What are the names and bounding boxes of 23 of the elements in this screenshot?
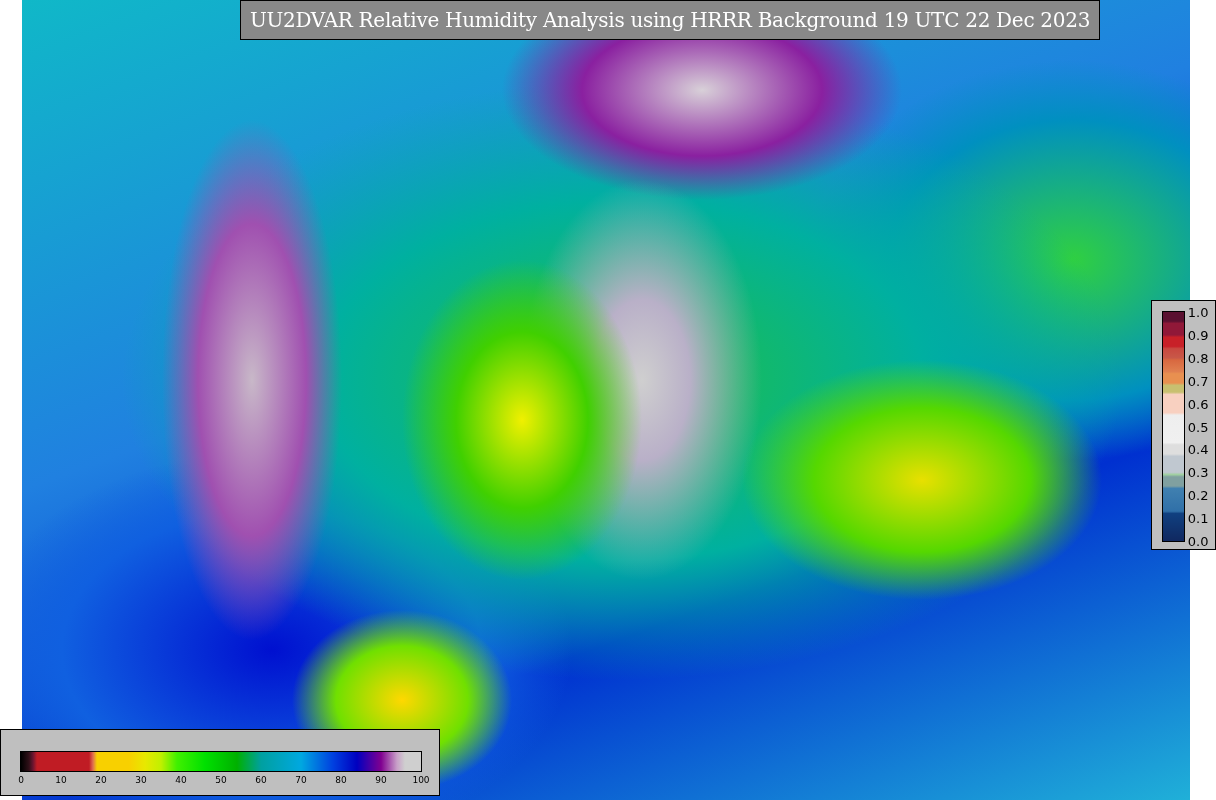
- scale-label: 30: [135, 775, 147, 785]
- map-title: UU2DVAR Relative Humidity Analysis using HRRR Background 19 UTC 22 Dec 2023: [240, 0, 1100, 40]
- scale-label: 0: [18, 775, 24, 785]
- scale-label: 80: [335, 775, 347, 785]
- scale-label: 50: [215, 775, 227, 785]
- scale-label: 0.3: [1187, 464, 1209, 480]
- scale-label: 0.5: [1187, 419, 1209, 434]
- scale-label: 100: [412, 775, 430, 785]
- scale-label: 20: [95, 775, 107, 785]
- scale-label: 1.0: [1187, 304, 1209, 320]
- scale-label: 40: [175, 775, 187, 785]
- scale-label: 0.0: [1187, 533, 1209, 549]
- scale-label: 0.9: [1187, 327, 1209, 343]
- scale-label: 10: [55, 775, 67, 785]
- scale-label: 0.8: [1187, 350, 1209, 366]
- scale-label: 0.6: [1187, 396, 1209, 412]
- scale-label: 0.2: [1187, 487, 1209, 503]
- scale-label: 0.7: [1187, 373, 1209, 389]
- scale-label: 0.1: [1187, 510, 1209, 526]
- scale-label: 90: [375, 775, 387, 785]
- scale-label: 70: [295, 775, 307, 785]
- scale-label: 0.4: [1187, 441, 1209, 457]
- scale-label: 60: [255, 775, 267, 785]
